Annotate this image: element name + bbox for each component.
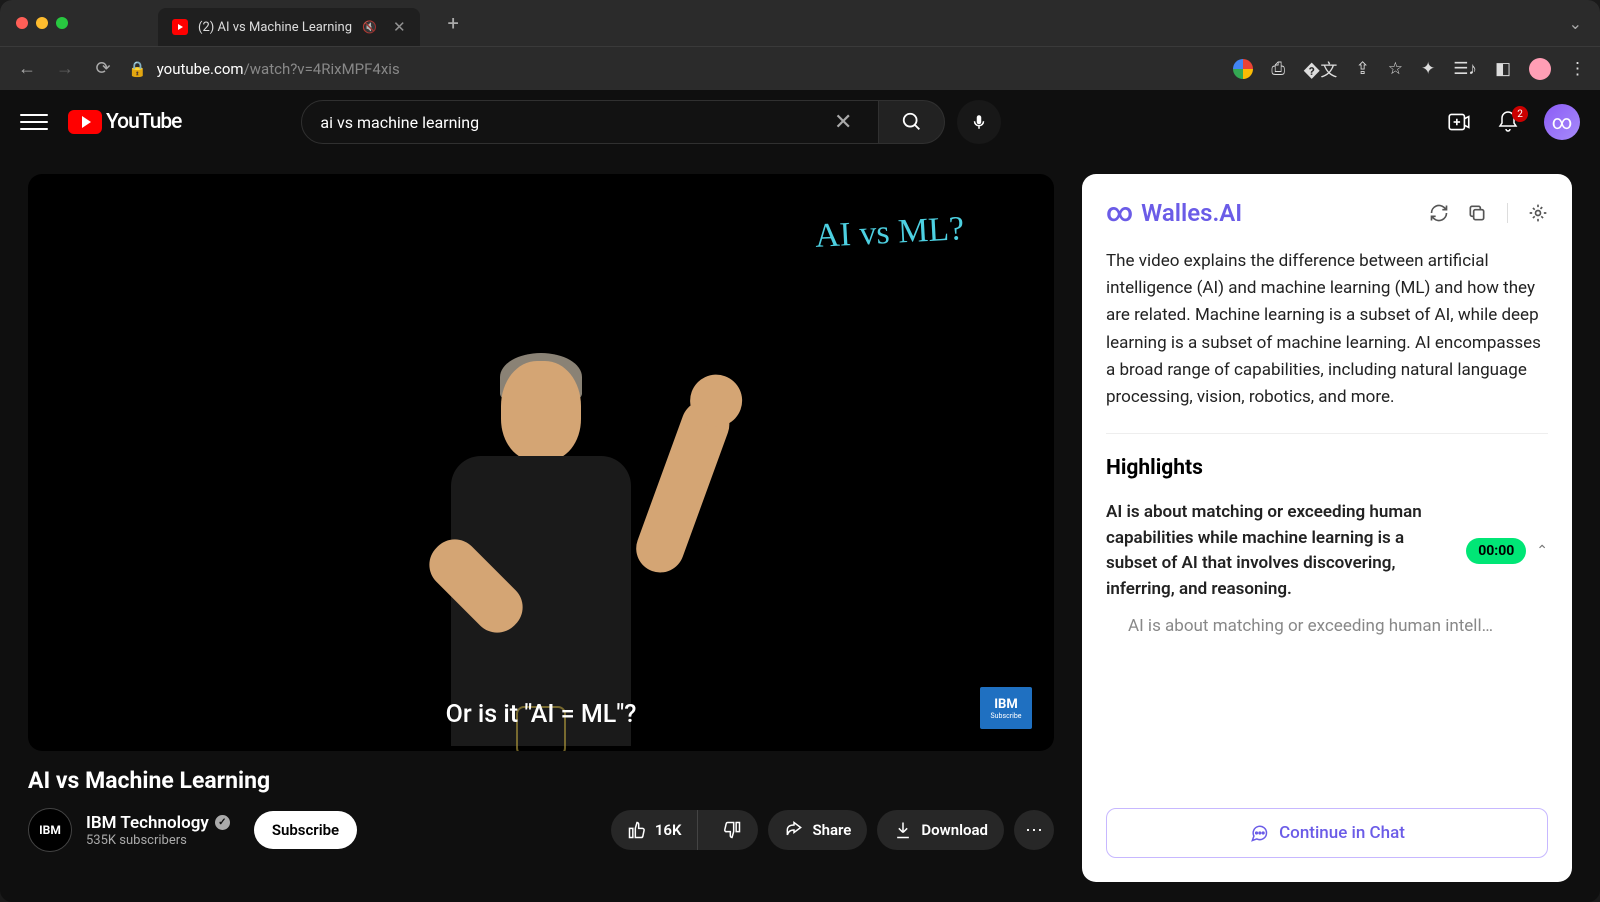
search-input[interactable]: [320, 113, 826, 132]
extensions-icon[interactable]: ✦: [1421, 59, 1435, 79]
youtube-logo[interactable]: YouTube: [68, 110, 181, 134]
browser-titlebar: (2) AI vs Machine Learning 🔇 ✕ + ⌄: [0, 0, 1600, 46]
share-icon[interactable]: ⇪: [1355, 59, 1369, 79]
translate-icon[interactable]: �文: [1303, 56, 1337, 81]
tabs-dropdown-icon[interactable]: ⌄: [1569, 14, 1582, 33]
chevron-up-icon[interactable]: ⌃: [1536, 543, 1548, 559]
search-icon: [901, 111, 923, 133]
youtube-logo-icon: [68, 110, 102, 134]
window-close[interactable]: [16, 17, 28, 29]
walles-sidebar: ∞ Walles.AI The video explains the: [1082, 174, 1572, 882]
window-minimize[interactable]: [36, 17, 48, 29]
whiteboard-text: AI vs ML?: [814, 210, 965, 256]
video-summary: The video explains the difference betwee…: [1106, 248, 1548, 411]
url-path: /watch?v=4RixMPF4xis: [244, 60, 400, 78]
infinity-icon: ∞: [1106, 198, 1133, 228]
more-actions-button[interactable]: ⋯: [1014, 810, 1054, 850]
download-icon: [893, 820, 913, 840]
clear-search-icon[interactable]: ✕: [826, 110, 860, 135]
youtube-favicon: [172, 19, 188, 35]
search-field[interactable]: ✕: [301, 100, 879, 144]
like-button[interactable]: 16K: [611, 810, 699, 850]
create-button[interactable]: [1446, 109, 1472, 135]
channel-avatar[interactable]: IBM: [28, 808, 72, 852]
close-tab-icon[interactable]: ✕: [393, 18, 406, 36]
settings-icon[interactable]: [1528, 203, 1548, 223]
verified-icon: ✓: [215, 815, 230, 830]
lock-icon: 🔒: [128, 60, 147, 78]
timestamp-badge[interactable]: 00:00: [1466, 538, 1526, 564]
address-bar[interactable]: 🔒 youtube.com/watch?v=4RixMPF4xis: [128, 60, 1221, 78]
youtube-logo-text: YouTube: [106, 110, 181, 134]
url-domain: youtube.com: [157, 60, 244, 78]
highlight-detail: AI is about matching or exceeding human …: [1106, 616, 1548, 636]
divider: [1106, 433, 1548, 434]
subscriber-count: 535K subscribers: [86, 833, 230, 848]
presenter-figure: [351, 331, 731, 751]
side-panel-icon[interactable]: ◧: [1495, 59, 1511, 79]
channel-name[interactable]: IBM Technology ✓: [86, 813, 230, 833]
voice-search-button[interactable]: [957, 100, 1001, 144]
copy-icon[interactable]: [1467, 203, 1487, 223]
notifications-button[interactable]: 2: [1496, 110, 1520, 134]
channel-watermark[interactable]: IBM Subscribe: [980, 687, 1032, 729]
forward-icon: →: [52, 58, 78, 79]
highlights-heading: Highlights: [1106, 456, 1548, 480]
thumb-down-icon: [722, 820, 742, 840]
walles-brand[interactable]: ∞ Walles.AI: [1106, 198, 1242, 228]
thumb-up-icon: [627, 820, 647, 840]
bookmark-icon[interactable]: ☆: [1388, 59, 1403, 79]
back-icon[interactable]: ←: [14, 58, 40, 79]
notification-badge: 2: [1512, 106, 1528, 122]
youtube-header: YouTube ✕ 2 ∞: [0, 90, 1600, 154]
menu-icon[interactable]: ⋮: [1569, 59, 1586, 79]
window-maximize[interactable]: [56, 17, 68, 29]
refresh-icon[interactable]: [1429, 203, 1449, 223]
mic-icon: [970, 113, 988, 131]
reload-icon[interactable]: ⟳: [90, 58, 116, 79]
download-button[interactable]: Download: [877, 810, 1004, 850]
reading-list-icon[interactable]: ☰♪: [1453, 59, 1477, 79]
profile-avatar-icon[interactable]: [1529, 58, 1551, 80]
highlight-text: AI is about matching or exceeding human …: [1106, 500, 1452, 602]
audio-icon[interactable]: 🔇: [362, 20, 377, 34]
google-icon[interactable]: [1233, 59, 1253, 79]
create-icon: [1446, 109, 1472, 135]
video-caption: Or is it "AI = ML"?: [446, 700, 637, 729]
subscribe-button[interactable]: Subscribe: [254, 811, 357, 849]
divider: [1507, 203, 1508, 223]
video-title: AI vs Machine Learning: [28, 767, 1054, 794]
video-player[interactable]: AI vs ML? Or is it "AI = ML"? IBM Subscr…: [28, 174, 1054, 751]
share-button[interactable]: Share: [768, 810, 867, 850]
chat-icon: [1249, 823, 1269, 843]
continue-chat-button[interactable]: Continue in Chat: [1106, 808, 1548, 858]
browser-toolbar: ← → ⟳ 🔒 youtube.com/watch?v=4RixMPF4xis …: [0, 46, 1600, 90]
share-icon: [784, 820, 804, 840]
install-icon[interactable]: ⎙: [1271, 59, 1285, 79]
highlight-item[interactable]: AI is about matching or exceeding human …: [1106, 500, 1548, 602]
search-button[interactable]: [879, 100, 945, 144]
account-avatar[interactable]: ∞: [1544, 104, 1580, 140]
like-dislike-group: 16K: [611, 810, 759, 850]
new-tab-button[interactable]: +: [448, 11, 459, 35]
tab-title: (2) AI vs Machine Learning: [198, 20, 352, 35]
menu-button[interactable]: [20, 114, 48, 130]
browser-tab[interactable]: (2) AI vs Machine Learning 🔇 ✕: [158, 8, 420, 46]
dislike-button[interactable]: [706, 810, 758, 850]
